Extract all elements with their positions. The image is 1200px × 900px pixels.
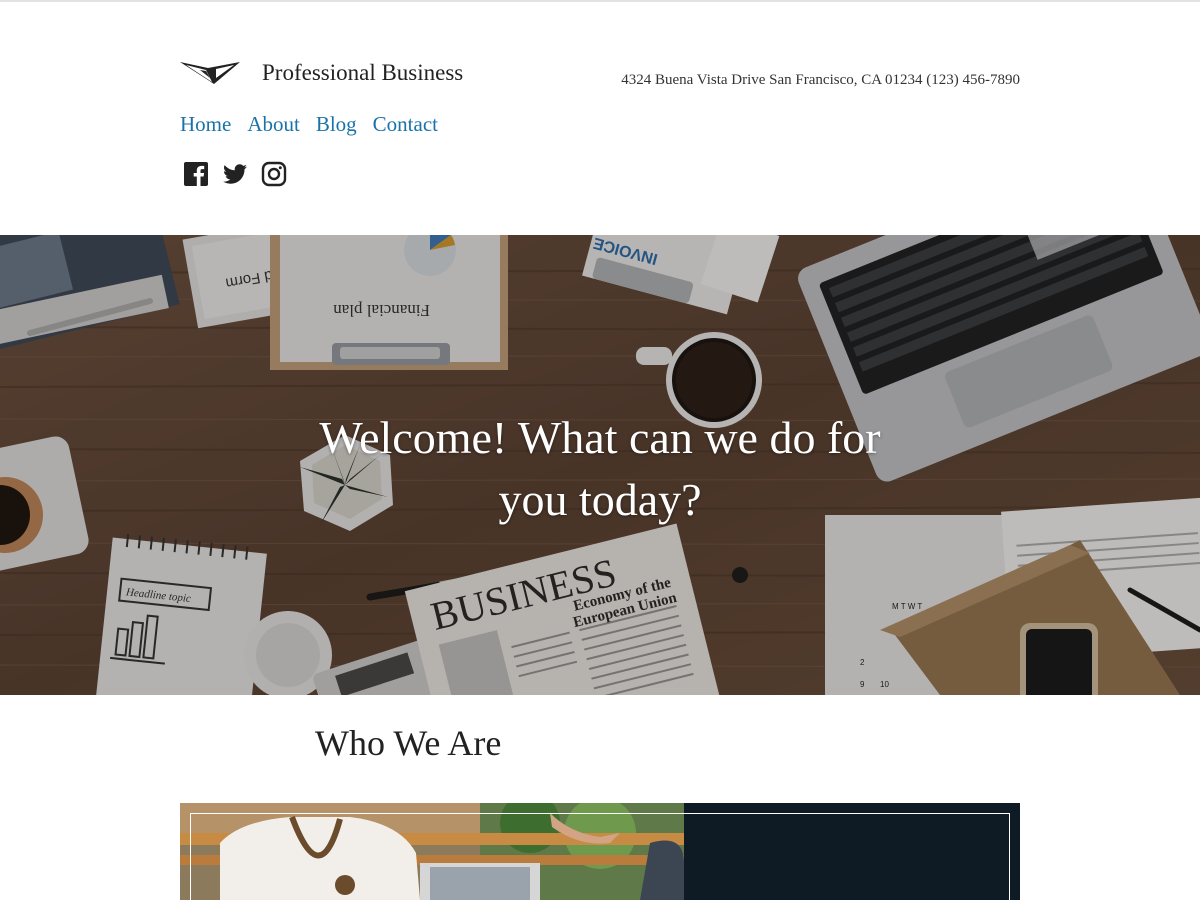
facebook-icon[interactable] [183, 161, 209, 187]
instagram-icon[interactable] [261, 161, 287, 187]
nav-contact[interactable]: Contact [373, 112, 438, 137]
contact-address: 4324 Buena Vista Drive San Francisco, CA… [621, 72, 1020, 88]
brand[interactable]: Professional Business [180, 58, 463, 88]
social-links [183, 161, 287, 187]
nav-blog[interactable]: Blog [316, 112, 357, 137]
hero-title: Welcome! What can we do for you today? [319, 412, 881, 525]
logo-icon [180, 62, 240, 84]
about-feature-block [180, 803, 1020, 900]
site-header: Professional Business 4324 Buena Vista D… [0, 0, 1200, 235]
section-title-who-we-are: Who We Are [315, 723, 502, 763]
hero-banner: Tax Refund Form Financial plan INVOICE [0, 235, 1200, 695]
feature-frame-border [190, 813, 1010, 900]
twitter-icon[interactable] [222, 161, 248, 187]
nav-about[interactable]: About [247, 112, 300, 137]
nav-home[interactable]: Home [180, 112, 231, 137]
site-title: Professional Business [262, 60, 464, 85]
main-nav: Home About Blog Contact [180, 112, 438, 137]
